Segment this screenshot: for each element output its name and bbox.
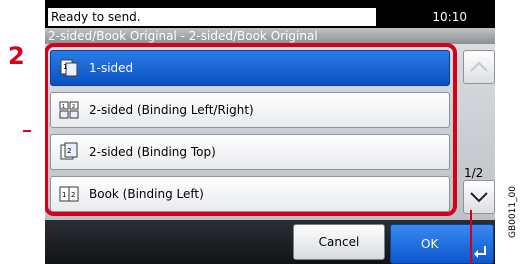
status-bar: Ready to send. 10:10 [45, 0, 495, 28]
two-sided-left-right-icon: 1 2 [59, 101, 79, 119]
option-label: 2-sided (Binding Top) [89, 145, 216, 159]
scroll-down-button[interactable] [463, 180, 495, 214]
page-title: 2-sided/Book Original - 2-sided/Book Ori… [48, 29, 318, 43]
svg-text:2: 2 [72, 104, 75, 110]
option-label: 1-sided [89, 61, 134, 75]
scroll-up-button[interactable] [463, 50, 495, 84]
callout-pointer [470, 210, 472, 264]
svg-text:2: 2 [71, 191, 75, 199]
option-1-sided[interactable]: 1 1-sided [50, 50, 450, 86]
svg-text:1: 1 [62, 191, 66, 199]
bottom-bar: Cancel OK [45, 220, 495, 264]
option-label: Book (Binding Left) [89, 187, 204, 201]
chevron-down-icon [470, 192, 488, 203]
option-label: 2-sided (Binding Left/Right) [89, 103, 254, 117]
figure-code: GB0011_00 [508, 185, 518, 238]
one-sided-icon: 1 [60, 59, 78, 77]
svg-text:2: 2 [67, 147, 71, 155]
option-book-left[interactable]: 1 2 Book (Binding Left) [50, 176, 450, 212]
book-binding-left-icon: 1 2 [59, 186, 79, 202]
ok-button[interactable]: OK [390, 224, 494, 264]
callout-dash [23, 130, 31, 132]
ok-label: OK [421, 237, 439, 251]
option-2-sided-top[interactable]: 2 2-sided (Binding Top) [50, 134, 450, 170]
title-bar: 2-sided/Book Original - 2-sided/Book Ori… [45, 28, 495, 44]
page-indicator: 1/2 [464, 166, 484, 180]
status-message: Ready to send. [48, 8, 376, 26]
option-list: 1 1-sided 1 2 2-sided (Binding Left/Righ… [45, 44, 495, 220]
svg-text:1: 1 [63, 63, 67, 71]
two-sided-top-icon: 2 [60, 142, 78, 160]
chevron-up-icon [470, 61, 488, 72]
option-2-sided-left-right[interactable]: 1 2 2-sided (Binding Left/Right) [50, 92, 450, 128]
svg-text:1: 1 [62, 104, 65, 110]
step-number: 2 [8, 42, 25, 70]
cancel-button[interactable]: Cancel [293, 224, 385, 260]
enter-icon [474, 246, 486, 258]
device-screen: Ready to send. 10:10 2-sided/Book Origin… [45, 0, 495, 264]
status-time: 10:10 [432, 10, 467, 24]
